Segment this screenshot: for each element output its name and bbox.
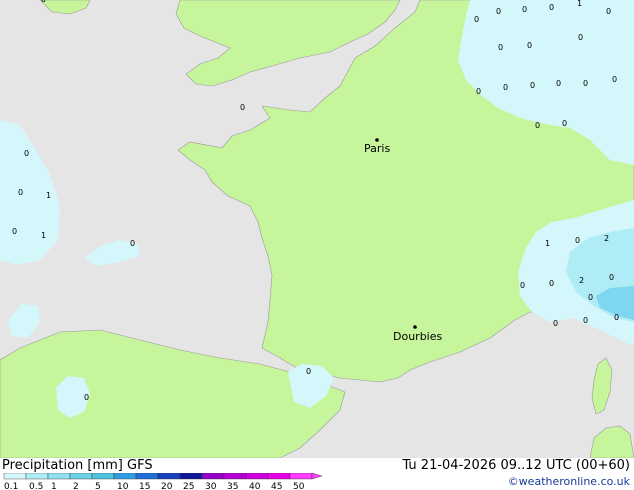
precip-value: 0 [520, 281, 525, 290]
precip-value: 0 [130, 239, 135, 248]
legend-tick-label: 15 [139, 482, 150, 490]
legend-color-swatch [3, 473, 27, 480]
precip-value: 0 [614, 313, 619, 322]
city-label-dourbies: Dourbies [393, 330, 443, 343]
map-footer: Precipitation [mm] GFS Tu 21-04-2026 09.… [0, 458, 634, 490]
legend-tick-label: 5 [95, 482, 101, 490]
legend-color-swatch [201, 473, 225, 480]
precip-value: 0 [498, 43, 503, 52]
precip-value: 0 [41, 0, 46, 4]
precip-value: 0 [18, 188, 23, 197]
legend-color-swatch [179, 473, 203, 480]
precip-value: 1 [577, 0, 582, 8]
precip-value: 0 [306, 367, 311, 376]
legend-color-swatch [69, 473, 93, 480]
precip-value: 2 [579, 276, 584, 285]
precip-value: 0 [556, 79, 561, 88]
precip-value: 0 [476, 87, 481, 96]
legend-color-swatch [91, 473, 115, 480]
variable-label: Precipitation [mm] [2, 458, 123, 473]
legend-color-swatch [267, 473, 291, 480]
precip-value: 0 [522, 5, 527, 14]
precip-value: 0 [527, 41, 532, 50]
precip-value: 0 [612, 75, 617, 84]
precip-value: 0 [583, 316, 588, 325]
precipitation-map: Paris Dourbies 0 0 0 1 0 0 0 0 0 0 0 0 0… [0, 0, 634, 458]
city-label-paris: Paris [364, 142, 390, 155]
legend-color-swatch [113, 473, 137, 480]
precip-value: 0 [496, 7, 501, 16]
precip-value: 1 [46, 191, 51, 200]
precip-value: 0 [609, 273, 614, 282]
legend-color-swatch [245, 473, 269, 480]
legend-tick-label: 0.1 [4, 482, 18, 490]
precip-value: 0 [474, 15, 479, 24]
legend-tick-label: 20 [161, 482, 173, 490]
precip-value: 0 [84, 393, 89, 402]
model-label: GFS [127, 458, 153, 473]
legend-color-swatch [47, 473, 71, 480]
precip-value: 0 [535, 121, 540, 130]
legend-tick-label: 0.5 [29, 482, 43, 490]
legend-color-swatch [289, 473, 313, 480]
precip-value: 0 [530, 81, 535, 90]
legend-tick-label: 10 [117, 482, 129, 490]
legend-color-swatch [25, 473, 49, 480]
precip-value: 0 [583, 79, 588, 88]
precip-value: 0 [12, 227, 17, 236]
precip-value: 0 [562, 119, 567, 128]
precip-value: 0 [503, 83, 508, 92]
legend-color-swatch [135, 473, 159, 480]
precip-value: 0 [575, 236, 580, 245]
legend-color-swatch [223, 473, 247, 480]
legend-tick-label: 45 [271, 482, 282, 490]
precip-value: 0 [240, 103, 245, 112]
legend-tick-label: 2 [73, 482, 79, 490]
legend-tick-label: 1 [51, 482, 57, 490]
credit-link[interactable]: ©weatheronline.co.uk [508, 475, 630, 488]
precip-value: 0 [606, 7, 611, 16]
legend-tick-label: 25 [183, 482, 194, 490]
precip-value: 0 [578, 33, 583, 42]
map-title: Precipitation [mm] GFS [2, 458, 153, 473]
legend-tick-label: 40 [249, 482, 261, 490]
legend-color-swatch [157, 473, 181, 480]
valid-time-label: Tu 21-04-2026 09..12 UTC (00+60) [402, 458, 630, 473]
legend-arrow [311, 473, 323, 480]
legend-tick-label: 35 [227, 482, 238, 490]
precip-value: 0 [553, 319, 558, 328]
precip-value: 0 [549, 3, 554, 12]
precip-value: 0 [588, 293, 593, 302]
legend-tick-label: 50 [293, 482, 305, 490]
precip-value: 2 [604, 234, 609, 243]
legend-tick-label: 30 [205, 482, 217, 490]
precip-value: 1 [41, 231, 46, 240]
precip-value: 0 [549, 279, 554, 288]
precip-value: 1 [545, 239, 550, 248]
precip-legend: 0.1 0.5 1 2 5 10 15 20 25 30 35 40 45 50 [3, 473, 323, 490]
precip-value: 0 [24, 149, 29, 158]
